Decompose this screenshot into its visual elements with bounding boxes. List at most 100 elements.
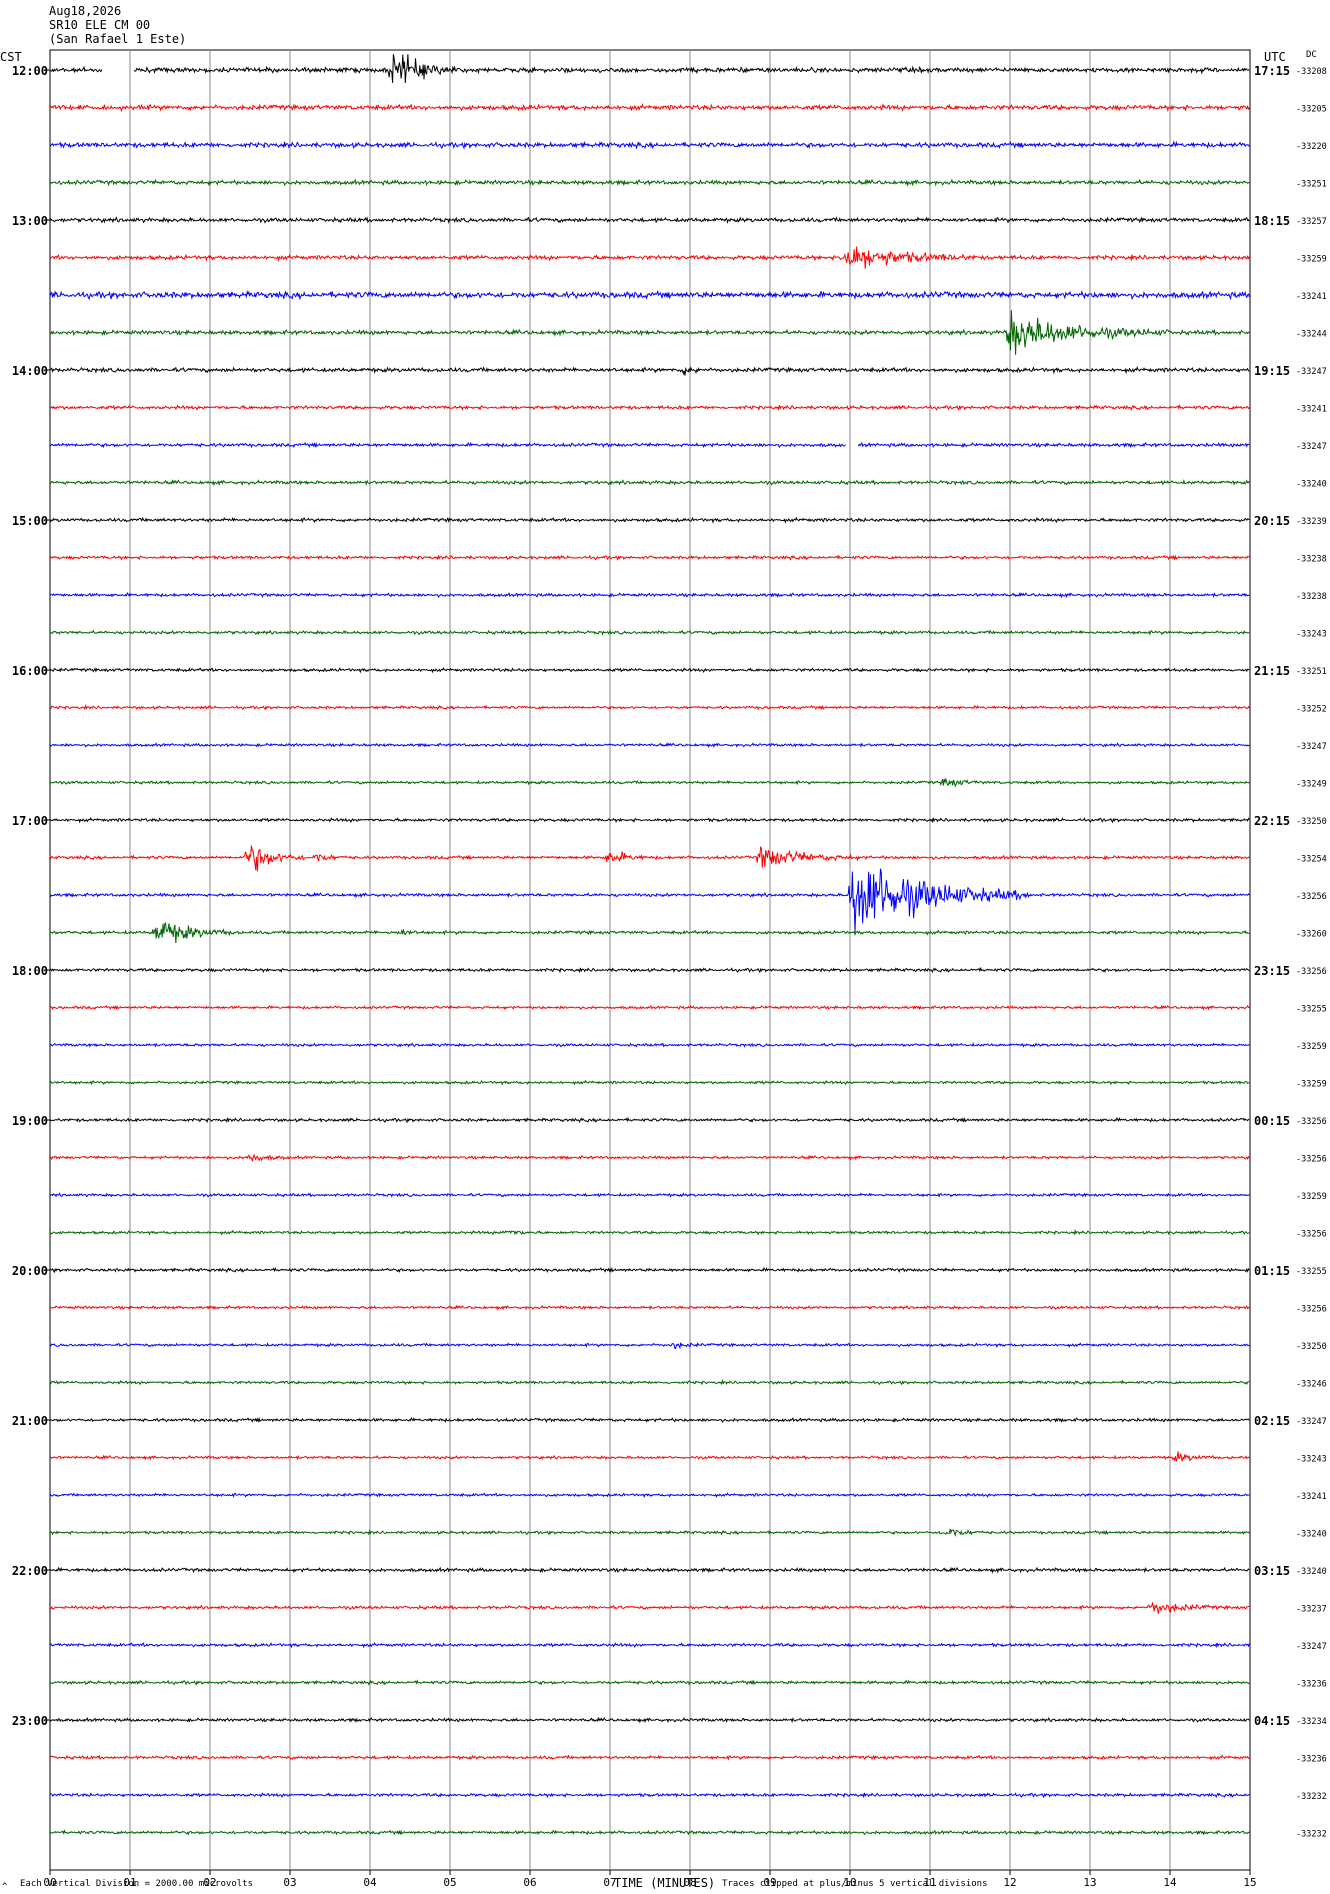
dc-offset-label: -33256 xyxy=(1296,1230,1327,1240)
seismic-trace xyxy=(49,1228,1250,1236)
dc-offset-label: -33220 xyxy=(1296,142,1327,152)
x-tick-label: 15 xyxy=(1243,1876,1256,1889)
seismic-trace xyxy=(49,1754,1250,1761)
seismic-trace xyxy=(49,1601,1250,1614)
dc-offset-label: -33239 xyxy=(1296,517,1327,527)
seismic-trace xyxy=(49,1716,1250,1724)
seismic-trace xyxy=(49,1153,1250,1162)
dc-offset-label: -33259 xyxy=(1296,255,1327,265)
dc-offset-label: -33247 xyxy=(1296,742,1327,752)
x-tick-label: 14 xyxy=(1163,1876,1177,1889)
seismic-trace xyxy=(49,1042,1250,1048)
seismic-trace xyxy=(49,742,1250,749)
seismic-trace xyxy=(49,1079,1250,1086)
dc-offset-label: -33205 xyxy=(1296,105,1327,115)
seismic-trace xyxy=(49,1528,1250,1538)
seismic-trace xyxy=(49,554,1250,561)
dc-offset-label: -33241 xyxy=(1296,292,1327,302)
corner-mark: ^ xyxy=(2,1882,8,1892)
right-hour-label: 04:15 xyxy=(1254,1714,1290,1728)
x-tick-label: 03 xyxy=(283,1876,296,1889)
dc-offset-label: -33260 xyxy=(1296,930,1327,940)
dc-offset-label: -33236 xyxy=(1296,1755,1327,1765)
left-hour-label: 12:00 xyxy=(12,64,48,78)
dc-offset-label: -33244 xyxy=(1296,330,1327,340)
seismic-trace xyxy=(49,1492,1250,1499)
clip-note: Traces clipped at plus/minus 5 vertical … xyxy=(722,1879,988,1889)
dc-offset-label: -33247 xyxy=(1296,367,1327,377)
right-hour-label: 23:15 xyxy=(1254,964,1290,978)
dc-offset-label: -33257 xyxy=(1296,217,1327,227)
dc-offset-label: -33256 xyxy=(1296,1305,1327,1315)
dc-offset-label: -33240 xyxy=(1296,1530,1327,1540)
scale-note: Each Vertical Division = 2000.00 microvo… xyxy=(20,1879,253,1889)
x-tick-label: 04 xyxy=(363,1876,377,1889)
seismic-trace xyxy=(49,868,1250,933)
left-hour-label: 17:00 xyxy=(12,814,48,828)
right-hour-label: 17:15 xyxy=(1254,64,1290,78)
seismic-trace xyxy=(49,921,1250,944)
seismic-trace xyxy=(50,1792,1250,1799)
seismic-trace xyxy=(49,591,1250,599)
helicorder-plot: 00 01 02 03 04 05 06 07 08 09 10 11 12 13 14 15-3320812… xyxy=(0,49,1327,1892)
dc-offset-label: -33259 xyxy=(1296,1080,1327,1090)
seismic-trace xyxy=(49,1679,1250,1686)
seismic-trace xyxy=(49,178,1250,187)
seismic-trace xyxy=(49,1192,1250,1198)
right-hour-label: 01:15 xyxy=(1254,1264,1290,1278)
dc-offset-label: -33237 xyxy=(1296,1605,1327,1615)
dc-offset-label: -33208 xyxy=(1296,67,1327,77)
x-tick-label: 05 xyxy=(443,1876,456,1889)
dc-offset-label: -33259 xyxy=(1296,1192,1327,1202)
right-hour-label: 18:15 xyxy=(1254,214,1290,228)
seismic-trace xyxy=(49,1641,1250,1649)
dc-offset-label: -33247 xyxy=(1296,1642,1327,1652)
seismic-trace xyxy=(49,54,1250,84)
right-timezone-label: UTC xyxy=(1264,50,1286,64)
dc-offset-label: -33252 xyxy=(1296,705,1327,715)
dc-offset-label: -33246 xyxy=(1296,1380,1327,1390)
seismic-trace xyxy=(49,1378,1250,1386)
axis-labels: 00 01 02 03 04 05 06 07 08 09 10 11 12 13 14 15-3320812… xyxy=(12,64,1327,1889)
seismic-trace xyxy=(49,310,1250,355)
dc-offset-label: -33238 xyxy=(1296,555,1327,565)
seismic-trace xyxy=(49,478,1250,487)
seismic-trace xyxy=(49,441,1250,449)
seismic-trace xyxy=(49,816,1250,824)
dc-offset-label: -33251 xyxy=(1296,180,1327,190)
dc-offset-label: -33240 xyxy=(1296,1567,1327,1577)
dc-offset-label: -33240 xyxy=(1296,480,1327,490)
left-hour-label: 22:00 xyxy=(12,1564,48,1578)
right-hour-label: 21:15 xyxy=(1254,664,1290,678)
seismic-trace xyxy=(49,246,1250,269)
dc-offset-label: -33249 xyxy=(1296,780,1327,790)
x-tick-label: 13 xyxy=(1083,1876,1096,1889)
left-timezone-label: CST xyxy=(0,50,22,64)
left-hour-label: 21:00 xyxy=(12,1414,48,1428)
dc-offset-label: -33243 xyxy=(1296,1455,1327,1465)
minute-grid xyxy=(44,49,1251,1875)
x-tick-label: 06 xyxy=(523,1876,536,1889)
left-hour-label: 23:00 xyxy=(12,1714,48,1728)
seismic-trace xyxy=(49,1266,1250,1274)
dc-label: DC xyxy=(1306,50,1317,60)
seismic-trace xyxy=(49,140,1250,150)
dc-offset-label: -33232 xyxy=(1296,1830,1327,1840)
seismic-trace xyxy=(49,1304,1250,1311)
dc-offset-label: -33256 xyxy=(1296,1117,1327,1127)
dc-offset-label: -33243 xyxy=(1296,630,1327,640)
seismic-trace xyxy=(49,666,1250,674)
left-hour-label: 19:00 xyxy=(12,1114,48,1128)
dc-offset-label: -33256 xyxy=(1296,892,1327,902)
seismic-trace xyxy=(49,289,1250,301)
dc-offset-label: -33250 xyxy=(1296,1342,1327,1352)
right-hour-label: 03:15 xyxy=(1254,1564,1290,1578)
dc-offset-label: -33250 xyxy=(1296,817,1327,827)
dc-offset-label: -33234 xyxy=(1296,1717,1327,1727)
right-hour-label: 00:15 xyxy=(1254,1114,1290,1128)
dc-offset-label: -33247 xyxy=(1296,1417,1327,1427)
dc-offset-label: -33256 xyxy=(1296,1155,1327,1165)
right-hour-label: 20:15 xyxy=(1254,514,1290,528)
seismic-trace xyxy=(49,1004,1250,1011)
seismic-trace xyxy=(49,703,1250,711)
